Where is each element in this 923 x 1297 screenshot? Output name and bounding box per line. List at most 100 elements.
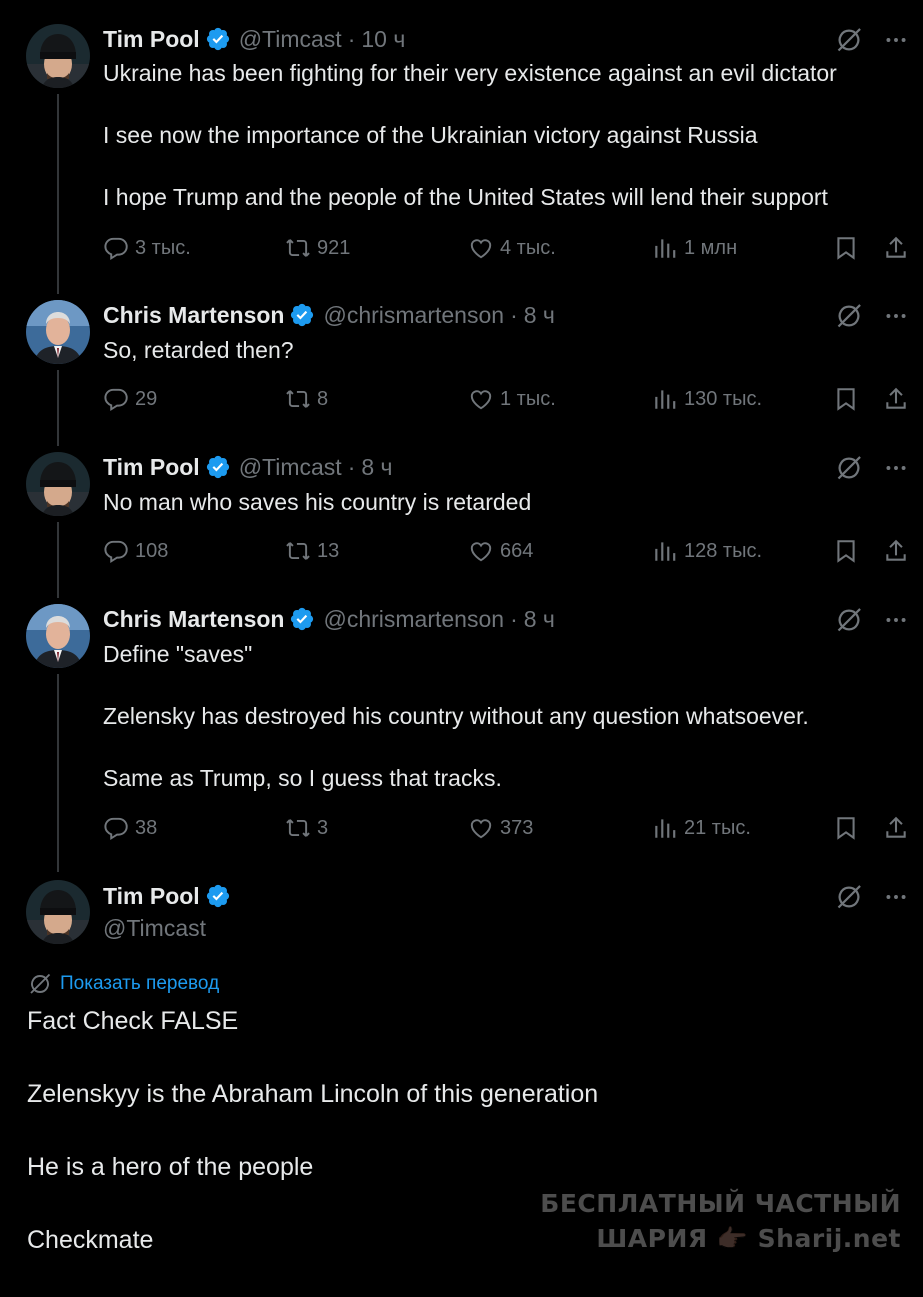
repost-icon: [285, 235, 311, 261]
translate-label: Показать перевод: [60, 973, 220, 994]
like-count: 664: [500, 539, 534, 562]
tweet-top-icons: [835, 302, 909, 330]
handle[interactable]: @chrismartenson: [323, 302, 504, 329]
view-count: 21 тыс.: [684, 816, 751, 839]
more-icon[interactable]: [883, 884, 909, 910]
like-count: 1 тыс.: [500, 387, 556, 410]
tweet-top-icons: [835, 606, 909, 634]
reply-button[interactable]: 3 тыс.: [103, 235, 191, 261]
share-button[interactable]: [883, 386, 909, 417]
repost-count: 3: [317, 816, 329, 839]
grok-icon[interactable]: [835, 883, 863, 911]
like-button[interactable]: 1 тыс.: [468, 386, 556, 412]
grok-icon: [28, 972, 52, 996]
tweet-paragraph: No man who saves his country is retarded: [103, 489, 532, 515]
handle[interactable]: @chrismartenson: [323, 606, 504, 633]
grok-icon[interactable]: [835, 606, 863, 634]
bookmark-icon: [833, 386, 859, 412]
avatar[interactable]: [26, 604, 90, 668]
display-name[interactable]: Chris Martenson: [103, 302, 284, 329]
views-button[interactable]: 21 тыс.: [652, 815, 751, 841]
more-icon[interactable]: [883, 303, 909, 329]
handle[interactable]: @Timcast: [239, 26, 342, 53]
like-button[interactable]: 4 тыс.: [468, 235, 556, 261]
reply-icon: [103, 235, 129, 261]
like-count: 4 тыс.: [500, 236, 556, 259]
tweet-paragraph: Define "saves": [103, 641, 253, 667]
grok-icon[interactable]: [835, 302, 863, 330]
tweet-text: So, retarded then?: [103, 335, 893, 366]
heart-icon: [468, 235, 494, 261]
tweet-paragraph: Zelensky has destroyed his country witho…: [103, 703, 809, 729]
bookmark-button[interactable]: [833, 538, 859, 569]
bookmark-button[interactable]: [833, 815, 859, 846]
repost-button[interactable]: 921: [285, 235, 350, 261]
timestamp[interactable]: 8 ч: [361, 454, 392, 481]
timestamp[interactable]: 8 ч: [524, 302, 555, 329]
separator: ·: [347, 453, 356, 480]
verified-icon: [289, 606, 315, 632]
view-count: 1 млн: [684, 236, 738, 259]
action-bar: 29 8 1 тыс. 130 тыс.: [103, 386, 911, 416]
grok-icon[interactable]: [835, 454, 863, 482]
bookmark-button[interactable]: [833, 386, 859, 417]
reply-icon: [103, 815, 129, 841]
tweet-top-icons: [835, 26, 909, 54]
repost-button[interactable]: 3: [285, 815, 328, 841]
views-button[interactable]: 128 тыс.: [652, 538, 762, 564]
show-translation-link[interactable]: Показать перевод: [28, 972, 219, 996]
views-button[interactable]: 1 млн: [652, 235, 737, 261]
tweet-header: Chris Martenson @chrismartenson · 8 ч: [103, 300, 555, 330]
more-icon[interactable]: [883, 607, 909, 633]
tweet-header: Tim Pool @Timcast · 10 ч: [103, 24, 405, 54]
timestamp[interactable]: 10 ч: [361, 26, 405, 53]
tweet-top-icons: [835, 883, 909, 911]
like-button[interactable]: 373: [468, 815, 533, 841]
repost-button[interactable]: 8: [285, 386, 328, 412]
repost-button[interactable]: 13: [285, 538, 339, 564]
tweet-paragraph: I see now the importance of the Ukrainia…: [103, 122, 758, 148]
more-icon[interactable]: [883, 455, 909, 481]
display-name[interactable]: Chris Martenson: [103, 606, 284, 633]
avatar[interactable]: [26, 24, 90, 88]
share-icon: [883, 235, 909, 261]
reply-icon: [103, 538, 129, 564]
repost-icon: [285, 386, 311, 412]
handle[interactable]: @Timcast: [239, 454, 342, 481]
avatar[interactable]: [26, 880, 90, 944]
repost-count: 13: [317, 539, 340, 562]
thread-line: [57, 370, 59, 446]
display-name[interactable]: Tim Pool: [103, 454, 200, 481]
heart-icon: [468, 538, 494, 564]
view-count: 128 тыс.: [684, 539, 763, 562]
reply-button[interactable]: 108: [103, 538, 168, 564]
heart-icon: [468, 386, 494, 412]
action-bar: 108 13 664 128 тыс.: [103, 538, 911, 568]
handle[interactable]: @Timcast: [103, 915, 206, 942]
tweet-paragraph: He is a hero of the people: [27, 1153, 314, 1181]
action-bar: 3 тыс. 921 4 тыс. 1 млн: [103, 235, 911, 265]
bookmark-icon: [833, 538, 859, 564]
more-icon[interactable]: [883, 27, 909, 53]
verified-icon: [205, 454, 231, 480]
thread-line: [57, 674, 59, 872]
verified-icon: [205, 26, 231, 52]
share-button[interactable]: [883, 815, 909, 846]
like-button[interactable]: 664: [468, 538, 533, 564]
avatar[interactable]: [26, 300, 90, 364]
reply-button[interactable]: 38: [103, 815, 157, 841]
avatar[interactable]: [26, 452, 90, 516]
views-button[interactable]: 130 тыс.: [652, 386, 762, 412]
reply-button[interactable]: 29: [103, 386, 157, 412]
display-name[interactable]: Tim Pool: [103, 26, 200, 53]
timestamp[interactable]: 8 ч: [524, 606, 555, 633]
share-button[interactable]: [883, 538, 909, 569]
bookmark-button[interactable]: [833, 235, 859, 266]
tweet-header: Tim Pool @Timcast · 8 ч: [103, 452, 393, 482]
repost-icon: [285, 538, 311, 564]
grok-icon[interactable]: [835, 26, 863, 54]
display-name[interactable]: Tim Pool: [103, 883, 200, 910]
share-button[interactable]: [883, 235, 909, 266]
view-count: 130 тыс.: [684, 387, 763, 410]
views-icon: [652, 538, 678, 564]
